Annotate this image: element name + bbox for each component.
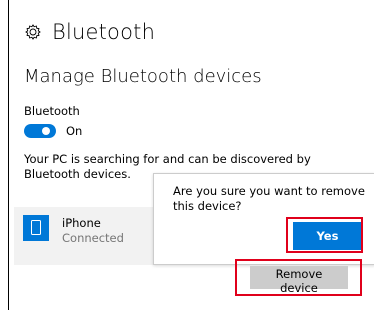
confirm-message: Are you sure you want to remove this dev… xyxy=(173,184,365,213)
device-name: iPhone xyxy=(62,216,101,230)
page-title: Bluetooth xyxy=(52,20,156,44)
phone-icon xyxy=(23,215,49,241)
section-title: Manage Bluetooth devices xyxy=(24,66,262,87)
device-status: Connected xyxy=(62,231,124,245)
page-header: Bluetooth xyxy=(24,20,155,44)
bluetooth-toggle[interactable] xyxy=(24,124,56,138)
window-left-border xyxy=(8,0,9,310)
bluetooth-label: Bluetooth xyxy=(24,104,80,118)
gear-icon xyxy=(25,24,41,40)
yes-highlight-box xyxy=(286,217,363,253)
toggle-state-label: On xyxy=(66,124,83,138)
bluetooth-toggle-row: On xyxy=(24,124,82,138)
remove-highlight-box xyxy=(235,259,362,296)
